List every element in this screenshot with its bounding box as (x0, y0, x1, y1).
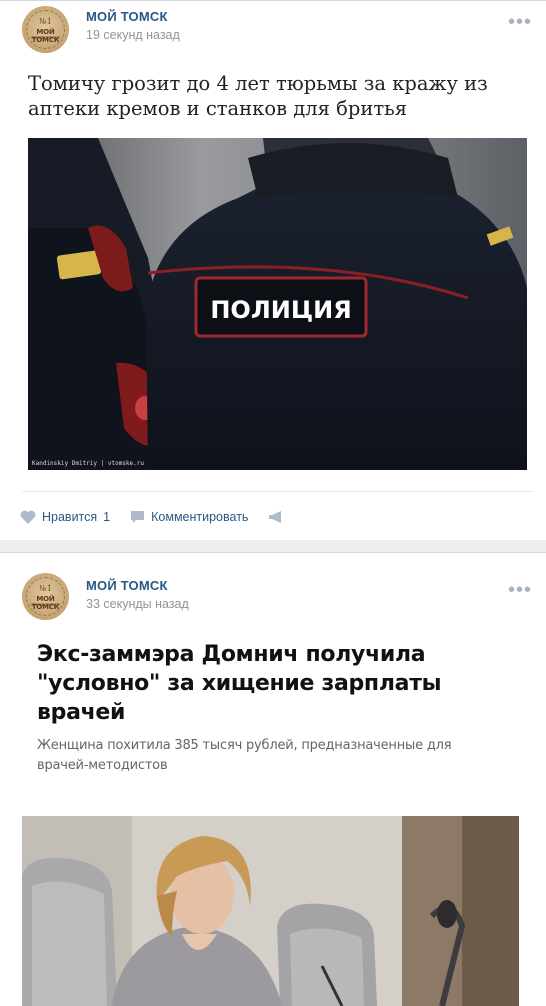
post-author[interactable]: МОЙ ТОМСК (86, 578, 168, 593)
comment-button[interactable]: Комментировать (130, 510, 248, 524)
post-actions: Нравится 1 Комментировать (20, 506, 310, 528)
comment-icon (131, 511, 145, 523)
share-button[interactable] (268, 510, 290, 524)
post-text: Томичу грозит до 4 лет тюрьмы за кражу и… (28, 72, 488, 120)
avatar[interactable]: №1 МОЙ ТОМСК (22, 573, 69, 620)
more-dots-icon[interactable]: ••• (508, 12, 532, 32)
like-count: 1 (103, 510, 111, 524)
like-button[interactable]: Нравится 1 (20, 510, 110, 524)
avatar-number: №1 (39, 17, 52, 26)
divider (22, 491, 532, 492)
link-card-photo[interactable] (22, 816, 519, 1006)
police-patch-text: ПОЛИЦИЯ (210, 296, 351, 324)
avatar[interactable]: №1 МОЙ ТОМСК (22, 6, 69, 53)
photo-caption: Kandinskiy Dmitriy | vtomske.ru (32, 460, 144, 467)
heart-icon (20, 510, 36, 524)
megaphone-icon (269, 511, 282, 523)
more-dots-icon[interactable]: ••• (508, 580, 532, 600)
post-photo[interactable]: ПОЛИЦИЯ Kandinskiy Dmitriy | vtomske.ru (28, 138, 527, 470)
avatar-number: №1 (39, 584, 52, 593)
post-card: №1 МОЙ ТОМСК МОЙ ТОМСК 19 секунд назад •… (0, 0, 546, 540)
avatar-logo-text: МОЙ ТОМСК (31, 28, 60, 44)
avatar-logo-text: МОЙ ТОМСК (31, 595, 60, 611)
post-author[interactable]: МОЙ ТОМСК (86, 9, 168, 24)
link-card-subtitle: Женщина похитила 385 тысяч рублей, предн… (37, 738, 452, 773)
link-card-title[interactable]: Экс-заммэра Домнич получила "условно" за… (37, 640, 497, 727)
post-time[interactable]: 33 секунды назад (86, 597, 189, 611)
post-time[interactable]: 19 секунд назад (86, 28, 180, 42)
comment-label: Комментировать (151, 510, 249, 524)
like-label: Нравится (42, 510, 98, 524)
